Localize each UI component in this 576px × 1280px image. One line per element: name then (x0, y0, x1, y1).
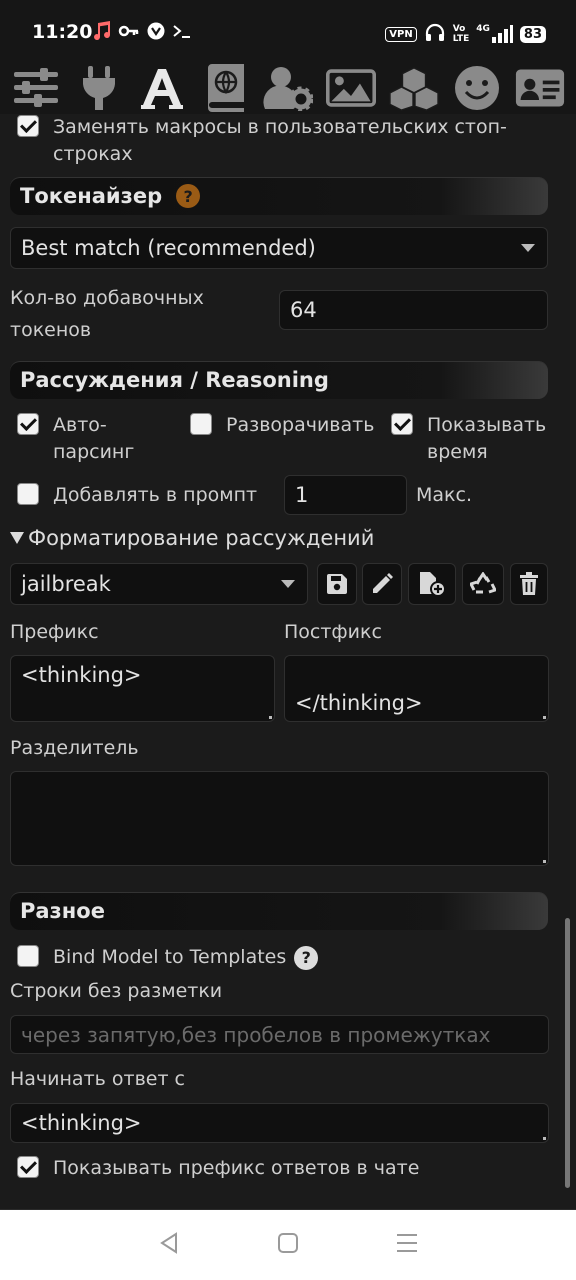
resize-handle[interactable] (543, 716, 546, 719)
misc-title: Разное (20, 899, 105, 923)
volte-icon: Vo LTE (452, 24, 470, 44)
vpn-badge: VPN (385, 26, 417, 42)
triangle-down-icon (10, 532, 24, 544)
app-badge-icon (146, 21, 166, 45)
show-prefix-label: Показывать префикс ответов в чате (53, 1157, 420, 1179)
start-reply-input[interactable]: <thinking> (10, 1103, 549, 1143)
resize-handle[interactable] (543, 860, 546, 863)
plug-icon[interactable] (74, 63, 124, 113)
book-globe-icon[interactable] (200, 63, 250, 113)
resize-handle[interactable] (543, 1137, 546, 1140)
show-prefix-checkbox[interactable] (17, 1156, 39, 1178)
non-markdown-strings-input[interactable]: через запятую,без пробелов в промежутках (10, 1015, 549, 1054)
floppy-icon (327, 574, 347, 594)
top-toolbar (0, 60, 576, 116)
signal-icon: 4G (476, 24, 513, 44)
reasoning-header: Рассуждения / Reasoning (10, 361, 548, 399)
bind-model-label: Bind Model to Templates ? (53, 944, 319, 971)
show-time-label: Показывать время (427, 414, 547, 463)
chevron-down-icon (521, 244, 535, 252)
reasoning-preset-select[interactable]: jailbreak (10, 563, 308, 605)
non-markdown-strings-label: Строки без разметки (10, 980, 223, 1002)
recents-icon[interactable] (396, 1232, 418, 1258)
terminal-icon (172, 22, 192, 44)
recycle-icon (470, 572, 496, 594)
replace-macros-checkbox[interactable] (17, 115, 39, 137)
tokenizer-select[interactable]: Best match (recommended) (10, 227, 548, 269)
misc-header: Разное (10, 892, 548, 930)
add-to-prompt-checkbox[interactable] (17, 483, 39, 505)
smiley-icon[interactable] (452, 63, 502, 113)
chevron-down-icon (281, 580, 295, 588)
resize-handle[interactable] (269, 716, 272, 719)
user-gear-icon[interactable] (263, 63, 313, 113)
postfix-label: Постфикс (284, 621, 382, 643)
add-to-prompt-label: Добавлять в промпт (53, 484, 258, 506)
auto-parse-label: Авто- парсинг (53, 414, 135, 463)
reasoning-formatting-toggle[interactable]: Форматирование рассуждений (10, 525, 374, 552)
prefix-label: Префикс (10, 621, 99, 643)
scrollbar[interactable] (565, 918, 570, 1188)
max-label: Макс. (416, 484, 472, 506)
clock: 11:20 (32, 21, 93, 43)
new-preset-button[interactable] (408, 563, 456, 605)
system-nav-bar (0, 1210, 576, 1280)
home-icon[interactable] (277, 1232, 299, 1258)
start-reply-label: Начинать ответ с (10, 1068, 186, 1090)
battery-level: 83 (519, 25, 546, 43)
tokenizer-title: Токенайзер (20, 184, 163, 208)
id-card-icon[interactable] (515, 63, 565, 113)
extra-tokens-label: Кол-во добавочных токенов (10, 287, 204, 341)
show-time-checkbox[interactable] (391, 413, 413, 435)
replace-macros-label: Заменять макросы в пользовательских стоп… (53, 116, 507, 165)
headphones-icon (424, 22, 446, 46)
expand-label: Разворачивать (226, 414, 375, 436)
image-icon[interactable] (326, 63, 377, 113)
pencil-icon (373, 573, 393, 593)
separator-textarea[interactable] (10, 771, 549, 866)
auto-parse-checkbox[interactable] (17, 413, 39, 435)
save-preset-button[interactable] (317, 563, 357, 605)
key-icon (118, 22, 140, 44)
rename-preset-button[interactable] (362, 563, 402, 605)
bind-model-help-icon[interactable]: ? (294, 945, 319, 970)
postfix-textarea[interactable]: </thinking> (284, 655, 549, 722)
tokenizer-help-icon[interactable]: ? (176, 184, 201, 208)
music-note-icon (92, 20, 112, 46)
restore-preset-button[interactable] (462, 563, 504, 605)
bind-model-checkbox[interactable] (17, 945, 39, 967)
cubes-icon[interactable] (389, 63, 439, 113)
sliders-icon[interactable] (11, 63, 61, 113)
trash-icon (520, 572, 538, 595)
font-icon[interactable] (137, 63, 187, 113)
max-additions-input[interactable]: 1 (284, 475, 407, 515)
back-icon[interactable] (158, 1232, 180, 1258)
expand-checkbox[interactable] (190, 413, 212, 435)
advanced-formatting-panel: Заменять макросы в пользовательских стоп… (0, 114, 576, 1210)
prefix-textarea[interactable]: <thinking> (10, 655, 275, 722)
extra-tokens-input[interactable]: 64 (279, 290, 548, 330)
file-plus-icon (420, 572, 446, 597)
status-bar: 11:20 VPN Vo LTE 4G 83 (0, 0, 576, 60)
tokenizer-header: Токенайзер ? (10, 177, 548, 215)
delete-preset-button[interactable] (510, 563, 548, 605)
reasoning-title: Рассуждения / Reasoning (20, 368, 329, 392)
separator-label: Разделитель (10, 737, 139, 759)
